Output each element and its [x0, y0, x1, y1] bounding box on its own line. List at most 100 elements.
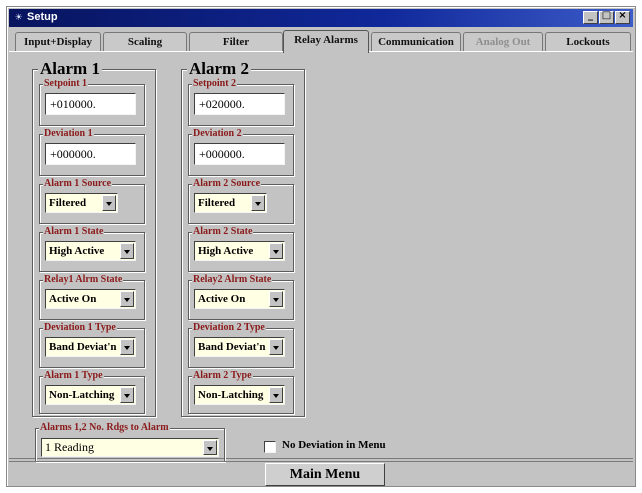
alarm-2-type-value: Non-Latching [198, 389, 264, 401]
alarm-1-title: Alarm 1 [38, 59, 102, 78]
tab-input-display[interactable]: Input+Display [15, 32, 101, 52]
alarm-1-source-dropdown-button[interactable] [102, 195, 116, 211]
tab-communication[interactable]: Communication [371, 32, 461, 52]
alarm-2-group: Alarm 2 Setpoint 2 +020000. Deviation 2 … [181, 60, 305, 417]
alarm-1-type-value: Non-Latching [49, 389, 115, 401]
alarm-1-state-box: Alarm 1 State High Active [39, 226, 145, 272]
relay-2-alarm-state-box: Relay2 Alrm State Active On [188, 274, 294, 320]
readings-to-alarm-value: 1 Reading [45, 440, 94, 454]
deviation-2-type-dropdown-button[interactable] [269, 339, 283, 355]
setpoint-2-input[interactable]: +020000. [194, 93, 285, 115]
alarm-1-group: Alarm 1 Setpoint 1 +010000. Deviation 1 … [32, 60, 156, 417]
relay-1-alarm-state-box: Relay1 Alrm State Active On [39, 274, 145, 320]
deviation-1-box: Deviation 1 +000000. [39, 128, 145, 176]
chevron-down-icon [124, 250, 130, 254]
relay-1-alarm-state-dropdown-button[interactable] [120, 291, 134, 307]
alarm-2-source-box: Alarm 2 Source Filtered [188, 178, 294, 224]
setup-window: ☀ Setup _ □ × Input+Display Scaling Filt… [6, 6, 636, 487]
tab-lockouts[interactable]: Lockouts [545, 32, 631, 52]
alarm-1-state-label: Alarm 1 State [43, 226, 105, 238]
deviation-2-type-box: Deviation 2 Type Band Deviat'n [188, 322, 294, 368]
relay-2-alarm-state-select[interactable]: Active On [194, 289, 285, 309]
relay-1-alarm-state-select[interactable]: Active On [45, 289, 136, 309]
alarm-2-type-label: Alarm 2 Type [192, 370, 253, 382]
alarm-1-type-select[interactable]: Non-Latching [45, 385, 136, 405]
readings-to-alarm-select[interactable]: 1 Reading [41, 438, 219, 457]
no-deviation-in-menu-label: No Deviation in Menu [282, 439, 386, 451]
app-icon: ☀ [14, 12, 23, 22]
minimize-button[interactable]: _ [583, 10, 598, 24]
minimize-icon: _ [588, 10, 593, 21]
bottom-bar: Main Menu [9, 461, 633, 486]
tab-relay-alarms[interactable]: Relay Alarms [283, 30, 369, 53]
tab-filter[interactable]: Filter [189, 32, 283, 52]
deviation-1-label: Deviation 1 [43, 128, 94, 140]
chevron-down-icon [106, 202, 112, 206]
alarm-2-state-dropdown-button[interactable] [269, 243, 283, 259]
deviation-1-type-dropdown-button[interactable] [120, 339, 134, 355]
window-title: Setup [27, 11, 58, 23]
alarm-1-source-box: Alarm 1 Source Filtered [39, 178, 145, 224]
alarm-2-title: Alarm 2 [187, 59, 251, 78]
deviation-2-box: Deviation 2 +000000. [188, 128, 294, 176]
chevron-down-icon [124, 346, 130, 350]
alarm-1-type-dropdown-button[interactable] [120, 387, 134, 403]
alarm-2-type-select[interactable]: Non-Latching [194, 385, 285, 405]
setpoint-2-label: Setpoint 2 [192, 78, 238, 90]
alarm-1-type-box: Alarm 1 Type Non-Latching [39, 370, 145, 414]
alarm-1-source-select[interactable]: Filtered [45, 193, 118, 213]
alarm-2-state-box: Alarm 2 State High Active [188, 226, 294, 272]
alarm-1-state-dropdown-button[interactable] [120, 243, 134, 259]
alarm-2-source-dropdown-button[interactable] [251, 195, 265, 211]
setpoint-1-box: Setpoint 1 +010000. [39, 78, 145, 126]
relay-1-alarm-state-label: Relay1 Alrm State [43, 274, 124, 286]
chevron-down-icon [273, 250, 279, 254]
deviation-1-type-select[interactable]: Band Deviat'n [45, 337, 136, 357]
close-button[interactable]: × [615, 10, 630, 24]
alarm-1-source-label: Alarm 1 Source [43, 178, 113, 190]
alarm-2-source-select[interactable]: Filtered [194, 193, 267, 213]
chevron-down-icon [273, 346, 279, 350]
relay-2-alarm-state-label: Relay2 Alrm State [192, 274, 273, 286]
maximize-button[interactable]: □ [599, 10, 614, 24]
deviation-1-input[interactable]: +000000. [45, 143, 136, 165]
chevron-down-icon [124, 394, 130, 398]
alarm-1-state-value: High Active [49, 245, 105, 257]
title-bar[interactable]: ☀ Setup _ □ × [9, 9, 633, 27]
readings-to-alarm-dropdown-button[interactable] [203, 440, 217, 455]
close-icon: × [618, 10, 627, 21]
alarm-1-source-value: Filtered [49, 197, 87, 209]
relay-alarms-panel: Alarm 1 Setpoint 1 +010000. Deviation 1 … [9, 51, 633, 462]
alarm-2-state-label: Alarm 2 State [192, 226, 254, 238]
relay-1-alarm-state-value: Active On [49, 293, 97, 305]
chevron-down-icon [273, 298, 279, 302]
deviation-2-label: Deviation 2 [192, 128, 243, 140]
alarm-2-type-dropdown-button[interactable] [269, 387, 283, 403]
deviation-1-type-box: Deviation 1 Type Band Deviat'n [39, 322, 145, 368]
setpoint-1-input[interactable]: +010000. [45, 93, 136, 115]
alarm-2-source-value: Filtered [198, 197, 236, 209]
alarm-2-state-select[interactable]: High Active [194, 241, 285, 261]
setpoint-1-label: Setpoint 1 [43, 78, 89, 90]
deviation-2-type-select[interactable]: Band Deviat'n [194, 337, 285, 357]
readings-to-alarm-box: Alarms 1,2 No. Rdgs to Alarm 1 Reading [35, 422, 225, 462]
chevron-down-icon [207, 447, 213, 451]
deviation-2-type-label: Deviation 2 Type [192, 322, 266, 334]
chevron-down-icon [255, 202, 261, 206]
deviation-1-type-value: Band Deviat'n [49, 341, 117, 353]
alarm-1-state-select[interactable]: High Active [45, 241, 136, 261]
deviation-1-type-label: Deviation 1 Type [43, 322, 117, 334]
no-deviation-in-menu-checkbox[interactable] [264, 441, 276, 453]
chevron-down-icon [124, 298, 130, 302]
window-controls: _ □ × [583, 10, 630, 24]
tab-scaling[interactable]: Scaling [103, 32, 187, 52]
deviation-2-input[interactable]: +000000. [194, 143, 285, 165]
chevron-down-icon [273, 394, 279, 398]
tab-analog-out[interactable]: Analog Out [463, 32, 543, 52]
alarm-2-source-label: Alarm 2 Source [192, 178, 262, 190]
alarm-2-type-box: Alarm 2 Type Non-Latching [188, 370, 294, 414]
deviation-2-type-value: Band Deviat'n [198, 341, 266, 353]
alarm-2-state-value: High Active [198, 245, 254, 257]
main-menu-button[interactable]: Main Menu [265, 463, 385, 486]
relay-2-alarm-state-dropdown-button[interactable] [269, 291, 283, 307]
